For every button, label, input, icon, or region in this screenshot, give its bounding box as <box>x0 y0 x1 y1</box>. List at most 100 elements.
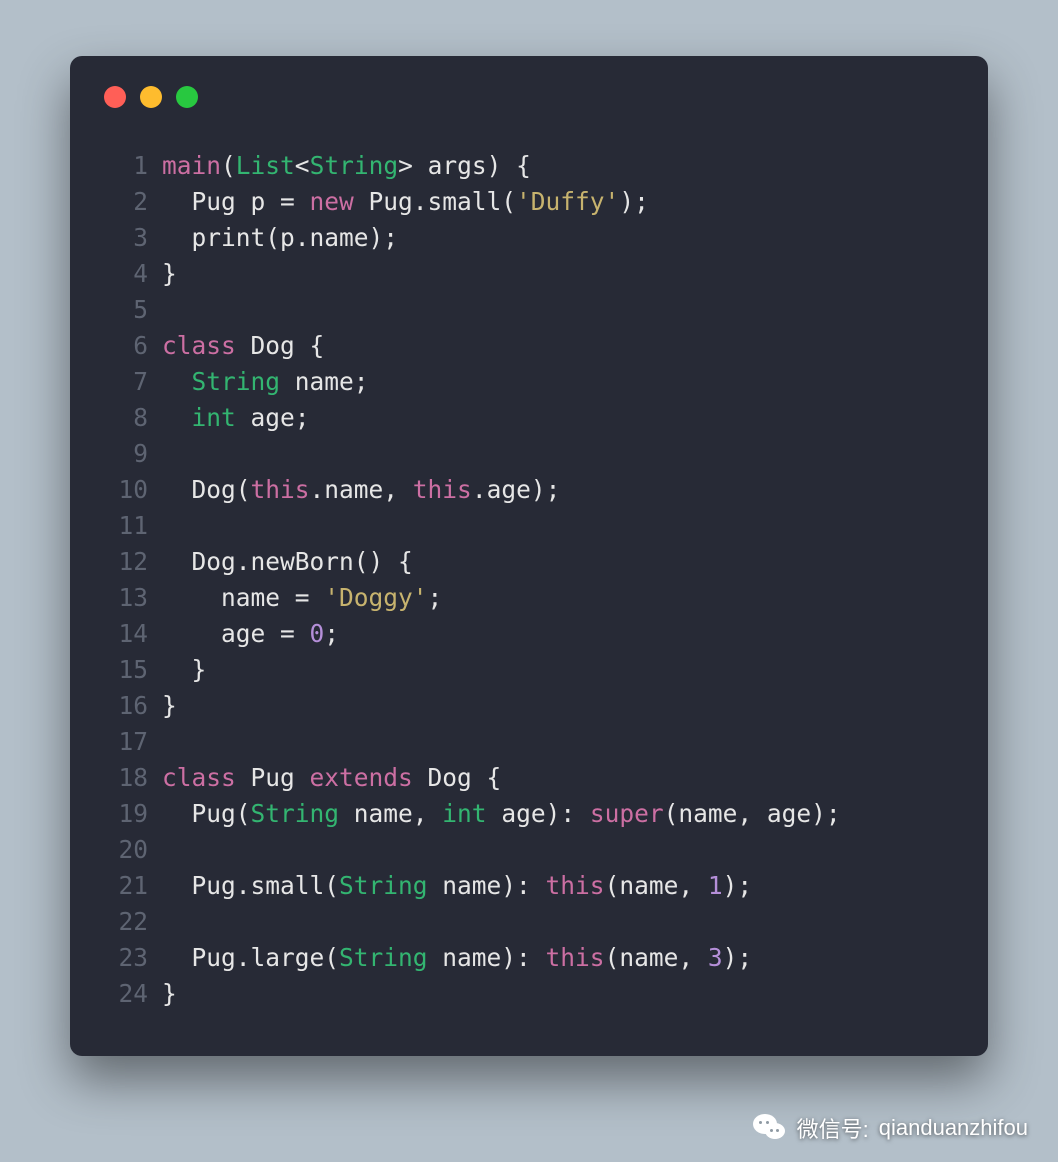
token: String <box>192 367 281 396</box>
token: 1 <box>708 871 723 900</box>
code-window: 1main(List<String> args) {2 Pug p = new … <box>70 56 988 1056</box>
token: ; <box>428 583 443 612</box>
token: .name, <box>310 475 413 504</box>
token: name): <box>428 943 546 972</box>
code-line: 23 Pug.large(String name): this(name, 3)… <box>100 940 958 976</box>
token: String <box>339 871 428 900</box>
line-number: 13 <box>100 580 148 616</box>
line-content: Pug p = new Pug.small('Duffy'); <box>162 184 649 220</box>
line-number: 6 <box>100 328 148 364</box>
line-number: 5 <box>100 292 148 328</box>
token: ); <box>723 943 753 972</box>
code-line: 3 print(p.name); <box>100 220 958 256</box>
token: class <box>162 331 236 360</box>
line-content: Pug.large(String name): this(name, 3); <box>162 940 752 976</box>
token: print(p.name); <box>162 223 398 252</box>
minimize-icon[interactable] <box>140 86 162 108</box>
line-number: 16 <box>100 688 148 724</box>
token: ; <box>324 619 339 648</box>
token: int <box>442 799 486 828</box>
code-line: 15 } <box>100 652 958 688</box>
token: Pug <box>236 763 310 792</box>
line-number: 24 <box>100 976 148 1012</box>
wechat-icon <box>753 1114 787 1142</box>
zoom-icon[interactable] <box>176 86 198 108</box>
code-line: 12 Dog.newBorn() { <box>100 544 958 580</box>
code-line: 19 Pug(String name, int age): super(name… <box>100 796 958 832</box>
code-line: 9 <box>100 436 958 472</box>
code-line: 18 class Pug extends Dog { <box>100 760 958 796</box>
line-content: } <box>162 652 206 688</box>
token: (name, age); <box>664 799 841 828</box>
token <box>162 403 192 432</box>
line-number: 20 <box>100 832 148 868</box>
line-number: 4 <box>100 256 148 292</box>
token: this <box>546 871 605 900</box>
token: name; <box>280 367 369 396</box>
line-number: 23 <box>100 940 148 976</box>
code-line: 21 Pug.small(String name): this(name, 1)… <box>100 868 958 904</box>
token: .age); <box>472 475 561 504</box>
line-number: 9 <box>100 436 148 472</box>
token: (name, <box>605 871 708 900</box>
token: Dog { <box>413 763 502 792</box>
token: age): <box>487 799 590 828</box>
token: Pug.small( <box>354 187 516 216</box>
line-content: age = 0; <box>162 616 339 652</box>
line-number: 14 <box>100 616 148 652</box>
code-line: 24} <box>100 976 958 1012</box>
token: new <box>310 187 354 216</box>
line-content: class Pug extends Dog { <box>162 760 501 796</box>
token: } <box>162 259 177 288</box>
line-content: Dog(this.name, this.age); <box>162 472 560 508</box>
code-line: 1main(List<String> args) { <box>100 148 958 184</box>
line-number: 15 <box>100 652 148 688</box>
line-content: Dog.newBorn() { <box>162 544 413 580</box>
line-number: 18 <box>100 760 148 796</box>
line-number: 17 <box>100 724 148 760</box>
token: 0 <box>310 619 325 648</box>
code-line: 22 <box>100 904 958 940</box>
token: this <box>413 475 472 504</box>
line-content: } <box>162 976 177 1012</box>
window-controls <box>104 86 958 108</box>
watermark: 微信号: qianduanzhifou <box>753 1112 1028 1144</box>
token: ( <box>221 151 236 180</box>
code-line: 13 name = 'Doggy'; <box>100 580 958 616</box>
token: Pug.small( <box>162 871 339 900</box>
code-line: 10 Dog(this.name, this.age); <box>100 472 958 508</box>
line-number: 7 <box>100 364 148 400</box>
token: this <box>546 943 605 972</box>
token: extends <box>310 763 413 792</box>
token: Dog( <box>162 475 251 504</box>
close-icon[interactable] <box>104 86 126 108</box>
code-line: 6class Dog { <box>100 328 958 364</box>
line-number: 3 <box>100 220 148 256</box>
code-line: 5 <box>100 292 958 328</box>
token: List <box>236 151 295 180</box>
code-block: 1main(List<String> args) {2 Pug p = new … <box>100 148 958 1012</box>
code-line: 7 String name; <box>100 364 958 400</box>
code-line: 17 <box>100 724 958 760</box>
token: < <box>295 151 310 180</box>
token: ); <box>619 187 649 216</box>
token: String <box>339 943 428 972</box>
line-number: 19 <box>100 796 148 832</box>
watermark-handle: qianduanzhifou <box>879 1115 1028 1141</box>
line-number: 1 <box>100 148 148 184</box>
line-number: 12 <box>100 544 148 580</box>
line-content: name = 'Doggy'; <box>162 580 442 616</box>
line-content: Pug(String name, int age): super(name, a… <box>162 796 841 832</box>
line-content: print(p.name); <box>162 220 398 256</box>
code-line: 11 <box>100 508 958 544</box>
token: age = <box>162 619 310 648</box>
token: this <box>251 475 310 504</box>
token: name = <box>162 583 324 612</box>
token: } <box>162 691 177 720</box>
token: 'Duffy' <box>516 187 619 216</box>
token: class <box>162 763 236 792</box>
line-number: 10 <box>100 472 148 508</box>
token: name, <box>339 799 442 828</box>
token <box>162 367 192 396</box>
line-content: int age; <box>162 400 310 436</box>
